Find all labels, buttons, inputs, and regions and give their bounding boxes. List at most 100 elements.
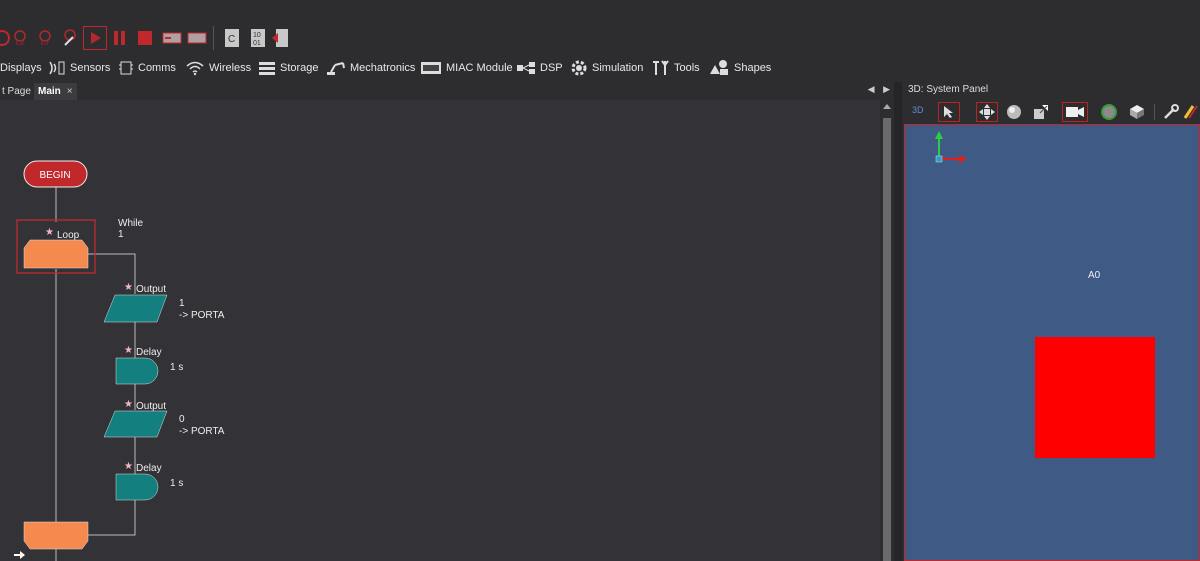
- tools-icon: [652, 59, 670, 77]
- tools-label: Tools: [674, 62, 700, 74]
- move-icon[interactable]: [976, 102, 998, 122]
- cube-icon[interactable]: [1126, 102, 1148, 122]
- output-2-target: -> PORTA: [179, 426, 225, 437]
- components-simulation[interactable]: Simulation: [570, 56, 643, 80]
- components-shapes[interactable]: Shapes: [710, 56, 771, 80]
- comms-icon: [118, 60, 134, 76]
- download-button[interactable]: [268, 26, 292, 50]
- output-1-value: 1: [179, 298, 185, 309]
- loop-icon-block[interactable]: [23, 239, 89, 269]
- step-into-button[interactable]: [185, 26, 209, 50]
- sensor-icon: [48, 60, 66, 76]
- tab-scroll-left-icon[interactable]: ◀: [868, 84, 875, 94]
- output-block-1[interactable]: [103, 294, 168, 323]
- flowchart-svg: BEGIN: [14, 160, 168, 561]
- loop-condition: 1: [118, 229, 124, 240]
- tab-main[interactable]: Main ×: [34, 83, 77, 100]
- delay-block-2[interactable]: [115, 473, 159, 501]
- loop-star-icon: ★: [45, 227, 54, 238]
- c-code-label: C: [228, 34, 235, 45]
- binary-bottom-label: 01: [253, 40, 261, 47]
- storage-label: Storage: [280, 62, 319, 74]
- wifi-icon: [185, 60, 205, 76]
- pencil-icon[interactable]: [1182, 102, 1200, 122]
- components-storage[interactable]: Storage: [258, 56, 319, 80]
- components-mechatronics[interactable]: Mechatronics: [326, 56, 415, 80]
- dsp-label: DSP: [540, 62, 563, 74]
- tab-main-label: Main: [38, 86, 61, 97]
- main-toolbar: IOD IOT C 10 01: [0, 20, 1200, 56]
- led-object[interactable]: [1035, 337, 1155, 458]
- iod-label: IOD: [15, 40, 25, 47]
- delay-1-star-icon: ★: [124, 345, 133, 356]
- tab-start-page-label: t Page: [2, 86, 31, 97]
- pointer-icon[interactable]: [938, 102, 960, 122]
- canvas-scrollbar[interactable]: [880, 100, 894, 561]
- c-code-button[interactable]: C: [220, 26, 244, 50]
- scrollbar-thumb[interactable]: [883, 118, 891, 561]
- iot-label: IOT: [40, 40, 50, 47]
- delay-2-value: 1 s: [170, 478, 184, 489]
- components-wireless[interactable]: Wireless: [185, 56, 251, 80]
- tab-scroll-arrows: ◀ ▶: [868, 84, 890, 95]
- components-sensors[interactable]: Sensors: [48, 56, 110, 80]
- components-displays[interactable]: Displays: [0, 56, 42, 80]
- step-over-icon: [162, 32, 182, 44]
- stop-button[interactable]: [133, 26, 157, 50]
- pause-icon: [114, 31, 125, 45]
- sensors-label: Sensors: [70, 62, 111, 74]
- step-into-icon: [187, 32, 207, 44]
- binary-top-label: 10: [253, 32, 261, 39]
- binary-button[interactable]: 10 01: [246, 26, 270, 50]
- storage-icon: [258, 60, 276, 76]
- connector-line: [88, 500, 136, 536]
- compile-icon[interactable]: [58, 26, 82, 50]
- tab-start-page[interactable]: t Page: [0, 83, 35, 100]
- panel-divider[interactable]: [894, 82, 902, 561]
- output-1-label: Output: [136, 284, 167, 295]
- globe-icon[interactable]: [1098, 102, 1120, 122]
- flowchart-canvas[interactable]: BEGIN ★ Loop While 1 ★ Output 1 -> PORTA…: [0, 100, 880, 561]
- output-2-star-icon: ★: [124, 399, 133, 410]
- object-label: A0: [1088, 270, 1101, 281]
- delay-1-value: 1 s: [170, 362, 184, 373]
- step-over-button[interactable]: [160, 26, 184, 50]
- mode-3d-toggle[interactable]: 3D: [912, 105, 924, 115]
- scroll-up-icon[interactable]: [883, 104, 891, 109]
- gear-icon: [570, 59, 588, 77]
- displays-label: Displays: [0, 62, 42, 74]
- components-miac[interactable]: MIAC Module: [420, 56, 513, 80]
- dsp-icon: [516, 60, 536, 76]
- tab-scroll-right-icon[interactable]: ▶: [883, 84, 890, 94]
- shapes-label: Shapes: [734, 62, 772, 74]
- components-tools[interactable]: Tools: [652, 56, 700, 80]
- output-block-2[interactable]: [103, 410, 168, 438]
- system-panel-title: 3D: System Panel: [908, 84, 989, 95]
- robot-arm-icon: [326, 60, 346, 76]
- components-dsp[interactable]: DSP: [516, 56, 563, 80]
- iot-icon[interactable]: IOT: [33, 26, 57, 50]
- toolbar-separator: [213, 26, 214, 50]
- components-comms[interactable]: Comms: [118, 56, 176, 80]
- output-2-label: Output: [136, 401, 167, 412]
- sphere-icon[interactable]: [1003, 102, 1025, 122]
- stop-icon: [138, 31, 152, 45]
- c-code-icon: C: [225, 29, 239, 47]
- iod-icon[interactable]: IOD: [8, 26, 32, 50]
- pause-button[interactable]: [108, 26, 132, 50]
- camera-icon[interactable]: [1062, 102, 1088, 122]
- wrench-icon[interactable]: [1160, 102, 1182, 122]
- delay-2-star-icon: ★: [124, 461, 133, 472]
- output-1-target: -> PORTA: [179, 310, 225, 321]
- document-tab-bar: t Page Main ×: [0, 82, 898, 100]
- miac-label: MIAC Module: [446, 62, 513, 74]
- 3d-viewport[interactable]: A0: [904, 124, 1200, 561]
- output-1-star-icon: ★: [124, 282, 133, 293]
- delay-block-1[interactable]: [115, 357, 159, 385]
- run-button[interactable]: [83, 26, 107, 50]
- shapes-icon: [710, 59, 730, 77]
- close-icon[interactable]: ×: [67, 86, 73, 97]
- loop-end-block[interactable]: [23, 521, 89, 550]
- begin-label: BEGIN: [39, 170, 70, 181]
- resize-icon[interactable]: [1030, 102, 1052, 122]
